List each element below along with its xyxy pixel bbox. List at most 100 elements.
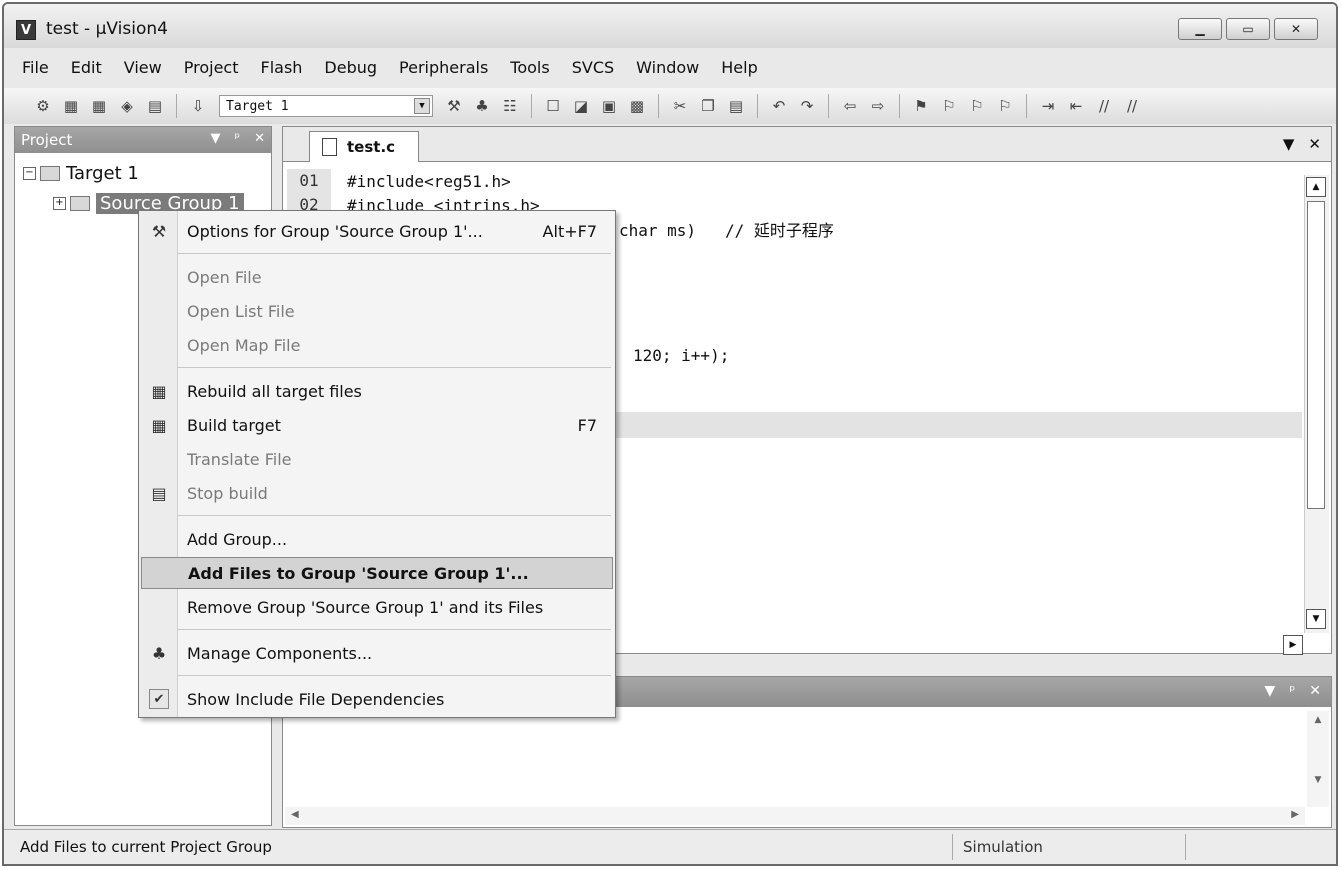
toolbar-separator — [658, 94, 659, 118]
toolbar-separator — [899, 94, 900, 118]
books-icon[interactable]: ☷ — [499, 95, 521, 117]
target-select[interactable]: Target 1 ▼ — [219, 95, 433, 117]
output-vertical-scrollbar[interactable]: ▲ ▼ — [1307, 711, 1329, 807]
collapse-icon[interactable]: − — [23, 167, 36, 180]
tab-test-c[interactable]: test.c — [309, 131, 419, 162]
tab-menu-icon[interactable]: ▼ — [1283, 135, 1295, 153]
next-bookmark-icon[interactable]: ⚐ — [966, 95, 988, 117]
menu-item-options-for-group[interactable]: ⚒ Options for Group 'Source Group 1'... … — [141, 215, 613, 247]
navigate-back-icon[interactable]: ⇦ — [839, 95, 861, 117]
pin-icon[interactable]: ᵖ — [235, 131, 241, 146]
menu-item-label: Manage Components... — [187, 643, 373, 663]
status-bar: Add Files to current Project Group Simul… — [4, 829, 1336, 864]
copy-icon[interactable]: ❐ — [697, 95, 719, 117]
code-line-partial[interactable]: 120; i++); — [633, 343, 729, 367]
output-pin-icon[interactable]: ᵖ — [1289, 683, 1295, 699]
menu-item-manage-components[interactable]: ♣ Manage Components... — [141, 637, 613, 669]
uncomment-icon[interactable]: // — [1121, 95, 1143, 117]
menu-window[interactable]: Window — [636, 58, 699, 77]
scroll-up-icon[interactable]: ▲ — [1306, 177, 1326, 197]
paste-icon[interactable]: ▤ — [725, 95, 747, 117]
panel-menu-icon[interactable]: ▼ — [211, 131, 221, 146]
scroll-down-icon[interactable]: ▼ — [1306, 609, 1326, 629]
output-close-icon[interactable]: ✕ — [1309, 683, 1321, 699]
stop-build-icon[interactable]: ▤ — [144, 95, 166, 117]
menu-project[interactable]: Project — [184, 58, 239, 77]
menu-peripherals[interactable]: Peripherals — [399, 58, 488, 77]
menu-item-rebuild-all[interactable]: ▦ Rebuild all target files — [141, 375, 613, 407]
batch-build-icon[interactable]: ◈ — [116, 95, 138, 117]
clear-bookmarks-icon[interactable]: ⚐ — [994, 95, 1016, 117]
tab-label: test.c — [347, 138, 396, 156]
menu-item-shortcut: Alt+F7 — [542, 221, 597, 241]
output-menu-icon[interactable]: ▼ — [1264, 683, 1275, 699]
toolbar-separator — [176, 94, 177, 118]
menu-item-label: Build target — [187, 415, 281, 435]
scroll-up-icon[interactable]: ▲ — [1307, 715, 1329, 725]
comment-icon[interactable]: // — [1093, 95, 1115, 117]
open-file-icon[interactable]: ◪ — [570, 95, 592, 117]
menu-flash[interactable]: Flash — [260, 58, 302, 77]
menu-item-shortcut: F7 — [577, 415, 597, 435]
minimize-button[interactable]: ▁ — [1178, 18, 1222, 40]
scroll-left-icon[interactable]: ◀ — [291, 809, 299, 820]
menu-debug[interactable]: Debug — [324, 58, 377, 77]
expand-icon[interactable]: + — [53, 197, 66, 210]
menu-edit[interactable]: Edit — [71, 58, 102, 77]
code-line[interactable]: 01 #include<reg51.h> — [283, 169, 511, 193]
manage-components-icon[interactable]: ♣ — [471, 95, 493, 117]
menu-item-add-group[interactable]: Add Group... — [141, 523, 613, 555]
save-icon[interactable]: ▣ — [598, 95, 620, 117]
tab-close-icon[interactable]: ✕ — [1308, 135, 1321, 153]
close-button[interactable]: ✕ — [1274, 18, 1318, 40]
panel-close-icon[interactable]: ✕ — [254, 131, 265, 146]
menu-item-show-include-deps[interactable]: ✔ Show Include File Dependencies — [141, 683, 613, 715]
load-icon[interactable]: ⇩ — [187, 95, 209, 117]
output-horizontal-scrollbar[interactable]: ◀ ▶ — [285, 807, 1305, 825]
menu-item-open-map-file[interactable]: Open Map File — [141, 329, 613, 361]
scroll-down-icon[interactable]: ▼ — [1307, 775, 1329, 785]
translate-icon[interactable]: ⚙ — [32, 95, 54, 117]
scroll-right-icon[interactable]: ▶ — [1291, 809, 1299, 820]
target-options-icon[interactable]: ⚒ — [443, 95, 465, 117]
scroll-thumb[interactable] — [1307, 201, 1325, 509]
maximize-button[interactable]: ▭ — [1226, 18, 1270, 40]
window-title: test - µVision4 — [46, 19, 168, 39]
build-icon: ▦ — [151, 415, 167, 435]
menu-item-open-file[interactable]: Open File — [141, 261, 613, 293]
new-file-icon[interactable]: ☐ — [542, 95, 564, 117]
indent-icon[interactable]: ⇥ — [1037, 95, 1059, 117]
tree-item-target[interactable]: − Target 1 — [23, 163, 139, 184]
editor-tab-strip: test.c ▼ ✕ — [283, 127, 1331, 162]
menu-svcs[interactable]: SVCS — [572, 58, 614, 77]
menu-tools[interactable]: Tools — [510, 58, 549, 77]
prev-bookmark-icon[interactable]: ⚐ — [938, 95, 960, 117]
toolbar-separator — [1026, 94, 1027, 118]
scroll-right-icon[interactable]: ▶ — [1283, 635, 1303, 655]
code-text: #include<reg51.h> — [347, 171, 511, 191]
rebuild-icon[interactable]: ▦ — [88, 95, 110, 117]
menu-help[interactable]: Help — [721, 58, 757, 77]
menu-item-label: Translate File — [187, 449, 292, 469]
menu-file[interactable]: File — [22, 58, 49, 77]
bookmark-icon[interactable]: ⚑ — [910, 95, 932, 117]
menu-item-stop-build[interactable]: ▤ Stop build — [141, 477, 613, 509]
redo-icon[interactable]: ↷ — [796, 95, 818, 117]
stop-build-icon: ▤ — [151, 483, 167, 503]
menu-item-remove-group[interactable]: Remove Group 'Source Group 1' and its Fi… — [141, 591, 613, 623]
menu-item-add-files-to-group[interactable]: Add Files to Group 'Source Group 1'... — [141, 557, 613, 589]
chevron-down-icon[interactable]: ▼ — [414, 98, 430, 114]
build-icon[interactable]: ▦ — [60, 95, 82, 117]
navigate-forward-icon[interactable]: ⇨ — [867, 95, 889, 117]
menu-item-open-list-file[interactable]: Open List File — [141, 295, 613, 327]
unindent-icon[interactable]: ⇤ — [1065, 95, 1087, 117]
menu-item-build-target[interactable]: ▦ Build target F7 — [141, 409, 613, 441]
menu-item-translate-file[interactable]: Translate File — [141, 443, 613, 475]
save-all-icon[interactable]: ▩ — [626, 95, 648, 117]
menu-item-label: Open File — [187, 267, 262, 287]
undo-icon[interactable]: ↶ — [768, 95, 790, 117]
cut-icon[interactable]: ✂ — [669, 95, 691, 117]
code-line-partial[interactable]: char ms) // 延时子程序 — [619, 217, 834, 241]
menu-view[interactable]: View — [124, 58, 162, 77]
editor-vertical-scrollbar[interactable]: ▲ ▼ — [1304, 175, 1329, 633]
